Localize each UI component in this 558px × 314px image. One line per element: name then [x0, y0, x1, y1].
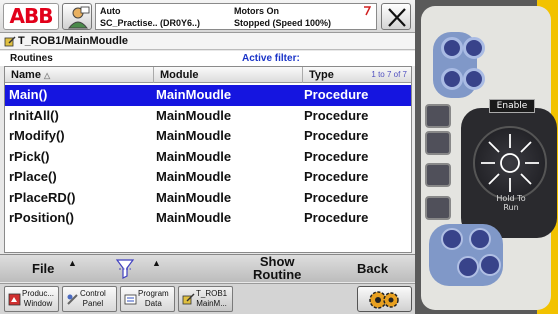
pendant-hardware-panel: Enable Hold To Run [415, 0, 558, 314]
table-row[interactable]: rPick() MainMoudle Procedure [5, 147, 411, 168]
column-header-name[interactable]: Name △ [5, 67, 154, 83]
command-bar: File ▲ ▲ Show Routine Back [0, 254, 415, 282]
section-header: Routines Active filter: [0, 51, 415, 66]
pendant-face [421, 6, 557, 310]
row-count: 1 to 7 of 7 [371, 70, 407, 79]
mechanical-unit-key[interactable] [425, 104, 451, 128]
production-window-icon [8, 293, 21, 306]
programmable-key-2[interactable] [463, 37, 485, 59]
gears-icon [369, 291, 399, 309]
filter-icon[interactable] [115, 256, 135, 280]
table-row[interactable]: rPosition() MainMoudle Procedure [5, 208, 411, 229]
motion-mode-key[interactable] [425, 131, 451, 155]
hold-to-run-label: Hold To Run [496, 194, 526, 212]
program-editor-icon [182, 293, 195, 305]
quickset-button[interactable] [357, 286, 412, 312]
run-keys [429, 224, 503, 286]
table-header: Name △ Module Type 1 to 7 of 7 [5, 67, 411, 83]
start-button[interactable] [469, 228, 491, 250]
program-state: Stopped (Speed 100%) [234, 18, 332, 28]
window-title: T_ROB1/MainMoudle [18, 35, 129, 47]
step-back-button[interactable] [441, 228, 463, 250]
system-name: SC_Practise.. (DR0Y6..) [100, 18, 201, 28]
programmable-key-4[interactable] [463, 68, 485, 90]
joystick[interactable] [473, 126, 547, 200]
sort-ascending-icon: △ [43, 71, 51, 80]
taskbar-program-editor[interactable]: T_ROB1 MainM... [178, 286, 233, 312]
programmable-key-1[interactable] [441, 37, 463, 59]
enable-label: Enable [489, 99, 535, 113]
increment-key[interactable] [425, 196, 451, 220]
top-status-bar: ABB Auto SC_Practise.. (DR0Y6..) Motors … [0, 0, 415, 33]
program-editor-icon [4, 36, 16, 47]
column-header-module[interactable]: Module [154, 67, 303, 83]
table-row[interactable]: Main() MainMoudle Procedure [5, 85, 411, 106]
table-body: Main() MainMoudle Procedure rInitAll() Main… [5, 85, 411, 229]
close-button[interactable] [381, 3, 411, 30]
status-display[interactable]: Auto SC_Practise.. (DR0Y6..) Motors On S… [95, 3, 377, 30]
motors-state: Motors On [234, 6, 279, 16]
triangle-up-icon: ▲ [152, 258, 161, 268]
close-icon [388, 8, 406, 27]
table-row[interactable]: rPlace() MainMoudle Procedure [5, 167, 411, 188]
routines-table: Name △ Module Type 1 to 7 of 7 Main() Main… [4, 66, 412, 253]
event-warning-icon [364, 6, 371, 16]
joystick-arrows-icon [481, 134, 539, 192]
user-icon [67, 6, 90, 29]
triangle-up-icon: ▲ [68, 258, 77, 268]
table-row[interactable]: rPlaceRD() MainMoudle Procedure [5, 188, 411, 209]
step-forward-button[interactable] [479, 254, 501, 276]
active-filter-label: Active filter: [242, 53, 300, 64]
programmable-keys [433, 32, 485, 98]
flexpendant-screen: ABB Auto SC_Practise.. (DR0Y6..) Motors … [0, 0, 415, 314]
stop-button[interactable] [457, 256, 479, 278]
taskbar-program-data[interactable]: Program Data [120, 286, 175, 312]
operator-window-button[interactable] [62, 3, 92, 30]
taskbar-production-window[interactable]: Produc... Window [4, 286, 59, 312]
taskbar-control-panel[interactable]: Control Panel [62, 286, 117, 312]
abb-menu-button[interactable]: ABB [3, 3, 59, 30]
table-row[interactable]: rModify() MainMoudle Procedure [5, 126, 411, 147]
toggle-key[interactable] [425, 163, 451, 187]
program-data-icon [124, 294, 137, 305]
joystick-area [461, 108, 557, 238]
control-panel-icon [67, 294, 78, 305]
window-title-bar: T_ROB1/MainMoudle [0, 33, 415, 50]
show-routine-button[interactable]: Show Routine [253, 255, 301, 283]
table-row[interactable]: rInitAll() MainMoudle Procedure [5, 106, 411, 127]
programmable-key-3[interactable] [441, 68, 463, 90]
operating-mode: Auto [100, 6, 121, 16]
routines-label: Routines [10, 53, 53, 64]
taskbar: Produc... Window Control Panel Program Data… [0, 283, 415, 314]
